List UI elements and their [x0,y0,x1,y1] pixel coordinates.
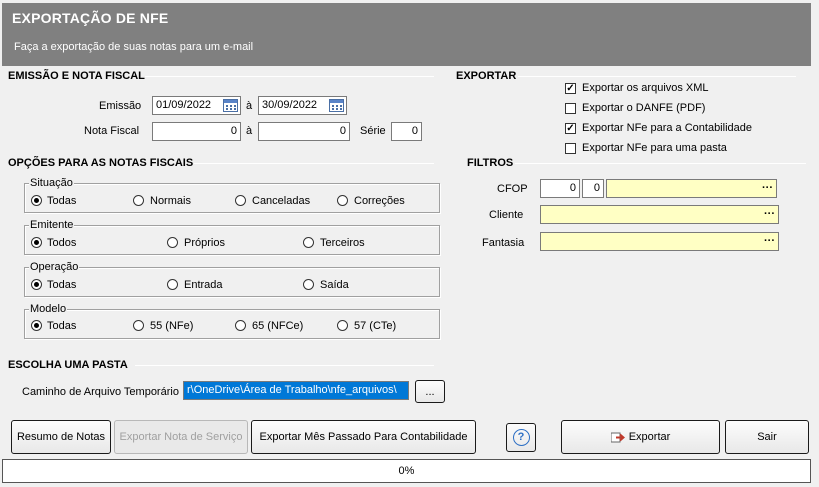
modelo-55-radio[interactable] [133,320,144,331]
lookup-dots-icon[interactable]: ··· [764,206,775,223]
lookup-dots-icon[interactable]: ··· [764,233,775,250]
serie-input[interactable]: 0 [391,122,422,141]
help-button[interactable]: ? [506,423,536,452]
fantasia-label: Fantasia [482,237,525,249]
emitente-group [24,225,440,255]
progress-bar: 0% [2,459,811,483]
operacao-todas-label[interactable]: Todas [47,279,76,291]
situacao-title: Situação [29,177,74,189]
nota-a-label: à [246,125,253,137]
modelo-todas-radio[interactable] [31,320,42,331]
situacao-correcoes-radio[interactable] [337,195,348,206]
modelo-55-label[interactable]: 55 (NFe) [150,320,193,332]
emitente-todos-label[interactable]: Todos [47,237,76,249]
emitente-terceiros-radio[interactable] [303,237,314,248]
divider [145,76,434,77]
situacao-normais-label[interactable]: Normais [150,195,191,207]
header-banner: EXPORTAÇÃO DE NFE Faça a exportação de s… [2,3,811,66]
nota-fiscal-label: Nota Fiscal [84,125,140,137]
situacao-correcoes-label[interactable]: Correções [354,195,405,207]
modelo-todas-label[interactable]: Todas [47,320,76,332]
export-danfe-label: Exportar o DANFE (PDF) [582,102,706,114]
export-pasta-checkbox[interactable] [565,143,576,154]
cfop-input-1[interactable]: 0 [540,179,580,198]
emissao-date-from[interactable]: 01/09/2022 [152,96,241,115]
emitente-proprios-label[interactable]: Próprios [184,237,225,249]
emissao-date-to-value: 30/09/2022 [262,99,318,111]
modelo-57-label[interactable]: 57 (CTe) [354,320,396,332]
divider [518,76,796,77]
export-danfe-checkbox[interactable] [565,103,576,114]
operacao-saida-radio[interactable] [303,279,314,290]
calendar-icon[interactable] [329,99,344,112]
emitente-terceiros-label[interactable]: Terceiros [320,237,365,249]
help-icon: ? [512,429,530,446]
modelo-title: Modelo [29,303,68,315]
situacao-canceladas-radio[interactable] [235,195,246,206]
divider [515,163,806,164]
page-title: EXPORTAÇÃO DE NFE [12,10,169,26]
fantasia-field[interactable]: ··· [540,232,779,251]
operacao-title: Operação [29,261,80,273]
modelo-65-radio[interactable] [235,320,246,331]
emissao-label: Emissão [99,100,142,112]
situacao-normais-radio[interactable] [133,195,144,206]
section-exportar-title: EXPORTAR [456,70,517,82]
export-icon [610,432,625,443]
modelo-65-label[interactable]: 65 (NFCe) [252,320,303,332]
nota-fiscal-to[interactable]: 0 [258,122,350,141]
calendar-icon[interactable] [223,99,238,112]
emitente-todos-radio[interactable] [31,237,42,248]
cfop-description-field[interactable]: ··· [606,179,777,198]
export-xml-checkbox[interactable]: ✓ [565,83,576,94]
lookup-dots-icon[interactable]: ··· [762,180,773,197]
situacao-todas-radio[interactable] [31,195,42,206]
situacao-todas-label[interactable]: Todas [47,195,76,207]
section-filtros-title: FILTROS [467,157,514,169]
exportar-button[interactable]: Exportar [561,420,720,454]
operacao-entrada-radio[interactable] [167,279,178,290]
export-pasta-label: Exportar NFe para uma pasta [582,142,727,154]
exportar-nota-servico-button[interactable]: Exportar Nota de Serviço [114,420,248,454]
export-xml-label: Exportar os arquivos XML [582,82,709,94]
cfop-input-2[interactable]: 0 [582,179,604,198]
caminho-input[interactable]: r\OneDrive\Área de Trabalho\nfe_arquivos… [183,381,409,400]
emitente-title: Emitente [29,219,75,231]
operacao-entrada-label[interactable]: Entrada [184,279,223,291]
serie-label: Série [360,125,386,137]
page-subtitle: Faça a exportação de suas notas para um … [14,41,254,53]
operacao-saida-label[interactable]: Saída [320,279,349,291]
export-contabilidade-checkbox[interactable]: ✓ [565,123,576,134]
browse-folder-button[interactable]: ... [415,380,445,403]
operacao-todas-radio[interactable] [31,279,42,290]
modelo-57-radio[interactable] [337,320,348,331]
cliente-label: Cliente [489,209,524,221]
emissao-date-from-value: 01/09/2022 [156,99,212,111]
export-contabilidade-label: Exportar NFe para a Contabilidade [582,122,752,134]
emitente-proprios-radio[interactable] [167,237,178,248]
progress-text: 0% [398,465,415,477]
situacao-canceladas-label[interactable]: Canceladas [252,195,310,207]
section-pasta-title: ESCOLHA UMA PASTA [8,359,128,371]
caminho-label: Caminho de Arquivo Temporário [22,386,179,398]
operacao-group [24,267,440,297]
emissao-a-label: à [246,100,253,112]
exportar-button-label: Exportar [628,431,671,443]
cliente-field[interactable]: ··· [540,205,779,224]
section-emissao-title: EMISSÃO E NOTA FISCAL [8,70,145,82]
nota-fiscal-from[interactable]: 0 [152,122,241,141]
resumo-notas-button[interactable]: Resumo de Notas [11,420,111,454]
divider [135,365,434,366]
divider [194,163,434,164]
section-opcoes-title: OPÇÕES PARA AS NOTAS FISCAIS [8,157,194,169]
exportar-mes-passado-button[interactable]: Exportar Mês Passado Para Contabilidade [251,420,476,454]
sair-button[interactable]: Sair [725,420,809,454]
emissao-date-to[interactable]: 30/09/2022 [258,96,347,115]
cfop-label: CFOP [497,183,528,195]
